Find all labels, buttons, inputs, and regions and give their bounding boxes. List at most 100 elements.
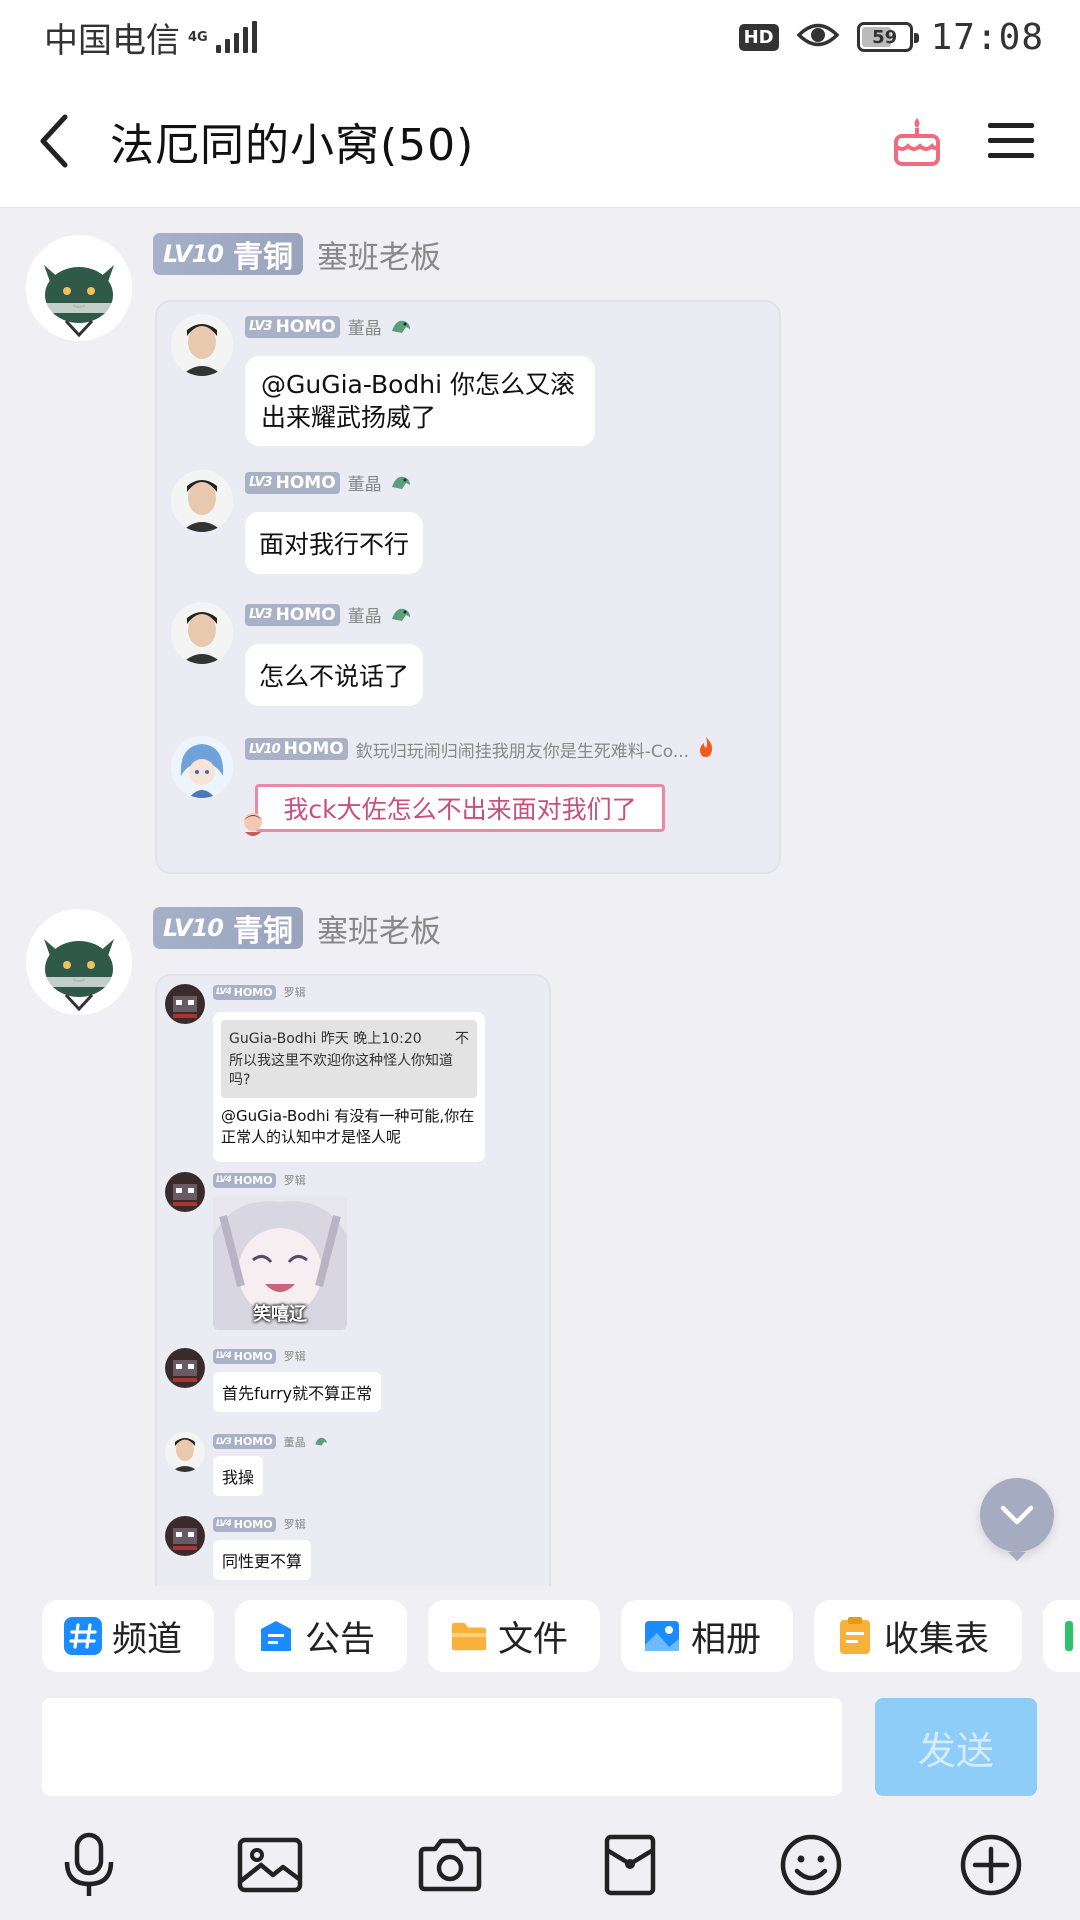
item-header: LV3 HOMO 董晶	[245, 470, 412, 495]
shortcut-label: 收集表	[884, 1619, 990, 1660]
clipboard-icon	[836, 1617, 874, 1655]
voice-button[interactable]	[44, 1820, 134, 1910]
green-app-icon	[1065, 1617, 1080, 1655]
message-bubble: 我操	[213, 1456, 264, 1496]
forwarded-item: LV4 HOMO 罗辑 GuGia-Bodhi 昨天 晚上10:20 不 所以我这…	[157, 976, 549, 1166]
level-text: LV3	[216, 1436, 232, 1447]
dragon-icon	[390, 471, 412, 495]
back-button[interactable]	[0, 74, 110, 207]
avatar	[171, 314, 233, 376]
shortcut-files[interactable]: 文件	[428, 1600, 600, 1672]
avatar	[171, 602, 233, 664]
shortcut-bar[interactable]: 频道 公告 文件 相册 收集表	[0, 1586, 1080, 1692]
shortcut-announcement[interactable]: 公告	[235, 1600, 407, 1672]
hd-badge: HD	[738, 23, 779, 51]
sender-name: 董晶	[347, 475, 382, 495]
title-text: HOMO	[275, 316, 336, 337]
sender-name: 罗辑	[283, 1518, 306, 1531]
chat-area[interactable]: LV10 青铜 塞班老板 LV3 HOMO 董晶 @GuGia-Bodhi 你怎么…	[0, 208, 1080, 1586]
fire-icon	[697, 736, 715, 762]
battery-icon: 59	[856, 22, 919, 52]
forwarded-message-card[interactable]: LV3 HOMO 董晶 @GuGia-Bodhi 你怎么又滚出来耀武扬威了 LV3…	[155, 300, 781, 874]
group-menu-button[interactable]	[964, 74, 1058, 207]
forwarded-message-card[interactable]: LV4 HOMO 罗辑 GuGia-Bodhi 昨天 晚上10:20 不 所以我这…	[155, 974, 551, 1586]
announcement-icon	[257, 1617, 295, 1655]
level-text: LV3	[249, 319, 273, 334]
camera-icon	[418, 1838, 482, 1892]
eye-comfort-icon	[796, 20, 840, 54]
send-button[interactable]: 发送	[875, 1698, 1037, 1796]
level-badge: LV3 HOMO	[245, 603, 340, 626]
bubble-decoration-icon	[239, 810, 267, 844]
status-left: 中国电信 4G	[44, 13, 257, 62]
group-title: 法厄同的小窝(50)	[110, 119, 475, 171]
level-text: LV3	[249, 475, 273, 490]
more-button[interactable]	[946, 1820, 1036, 1910]
avatar[interactable]	[26, 235, 132, 341]
level-text: LV4	[216, 1519, 232, 1529]
level-badge: LV3 HOMO	[245, 315, 340, 338]
folder-icon	[450, 1617, 488, 1655]
forwarded-item: LV4 HOMO 罗辑 同性更不算	[157, 1516, 549, 1586]
message-bubble: 首先furry就不算正常	[213, 1372, 382, 1412]
rank-text: 青铜	[232, 240, 293, 275]
avatar[interactable]	[26, 909, 132, 1015]
sticker-image[interactable]: 笑嘻辽	[213, 1196, 347, 1330]
forwarded-item: LV10 HOMO 欽玩归玩闹归闹挂我朋友你是生死难料-Co... 我ck大佐怎么…	[157, 736, 779, 872]
item-header: LV3 HOMO 董晶	[245, 602, 412, 627]
title-text: HOMO	[233, 1435, 273, 1448]
level-text: LV4	[216, 987, 232, 997]
level-badge: LV4 HOMO	[213, 984, 276, 1000]
red-packet-icon	[604, 1834, 656, 1896]
message-bubble: @GuGia-Bodhi 你怎么又滚出来耀武扬威了	[245, 356, 595, 446]
title-text: HOMO	[233, 1173, 273, 1187]
item-header: LV4 HOMO 罗辑	[213, 1516, 306, 1532]
level-text: LV10	[163, 240, 224, 268]
camera-button[interactable]	[405, 1820, 495, 1910]
avatar	[171, 470, 233, 532]
level-badge: LV4 HOMO	[213, 1172, 276, 1188]
sender-name: 罗辑	[283, 1174, 306, 1187]
rank-text: 青铜	[232, 914, 293, 949]
forwarded-item: LV3 HOMO 董晶 怎么不说话了	[157, 602, 779, 712]
sticker-caption: 笑嘻辽	[253, 1304, 307, 1325]
title-text: HOMO	[233, 1517, 273, 1531]
shortcut-label: 相册	[691, 1619, 762, 1660]
emoji-button[interactable]	[766, 1820, 856, 1910]
shortcut-more[interactable]	[1043, 1600, 1080, 1672]
sender-line: LV10 青铜 塞班老板	[153, 232, 441, 276]
image-button[interactable]	[225, 1820, 315, 1910]
level-badge: LV10 青铜	[153, 233, 303, 275]
red-packet-button[interactable]	[585, 1820, 675, 1910]
plus-icon	[960, 1834, 1022, 1896]
shortcut-album[interactable]: 相册	[621, 1600, 793, 1672]
quoted-message[interactable]: GuGia-Bodhi 昨天 晚上10:20 不 所以我这里不欢迎你这种怪人你知…	[221, 1020, 477, 1098]
avatar	[165, 984, 205, 1024]
avatar	[165, 1348, 205, 1388]
sender-name[interactable]: 塞班老板	[317, 232, 441, 277]
back-icon	[40, 114, 68, 167]
level-badge: LV3 HOMO	[245, 471, 340, 494]
shortcut-channel[interactable]: 频道	[42, 1600, 214, 1672]
signal-icon	[215, 21, 257, 53]
message-input[interactable]	[42, 1698, 842, 1796]
sender-name: 欽玩归玩闹归闹挂我朋友你是生死难料-Co...	[355, 741, 690, 762]
cake-icon	[894, 117, 940, 166]
quote-close: 不	[455, 1031, 469, 1047]
level-text: LV4	[216, 1175, 232, 1185]
battery-level: 59	[872, 26, 898, 48]
message-bubble: 怎么不说话了	[245, 644, 424, 706]
shortcut-label: 频道	[112, 1619, 183, 1660]
avatar	[165, 1516, 205, 1556]
shortcut-form[interactable]: 收集表	[814, 1600, 1022, 1672]
level-badge: LV4 HOMO	[213, 1516, 276, 1532]
level-text: LV10	[249, 741, 281, 757]
group-anniversary-button[interactable]	[870, 74, 964, 207]
carrier-label: 中国电信	[44, 20, 180, 61]
dragon-icon	[390, 603, 412, 627]
scroll-to-bottom-button[interactable]	[980, 1478, 1054, 1561]
quote-header: GuGia-Bodhi 昨天 晚上10:20	[229, 1031, 422, 1047]
avatar	[165, 1172, 205, 1212]
sender-name[interactable]: 塞班老板	[317, 906, 441, 951]
status-right: HD 59 17:08	[738, 17, 1044, 58]
